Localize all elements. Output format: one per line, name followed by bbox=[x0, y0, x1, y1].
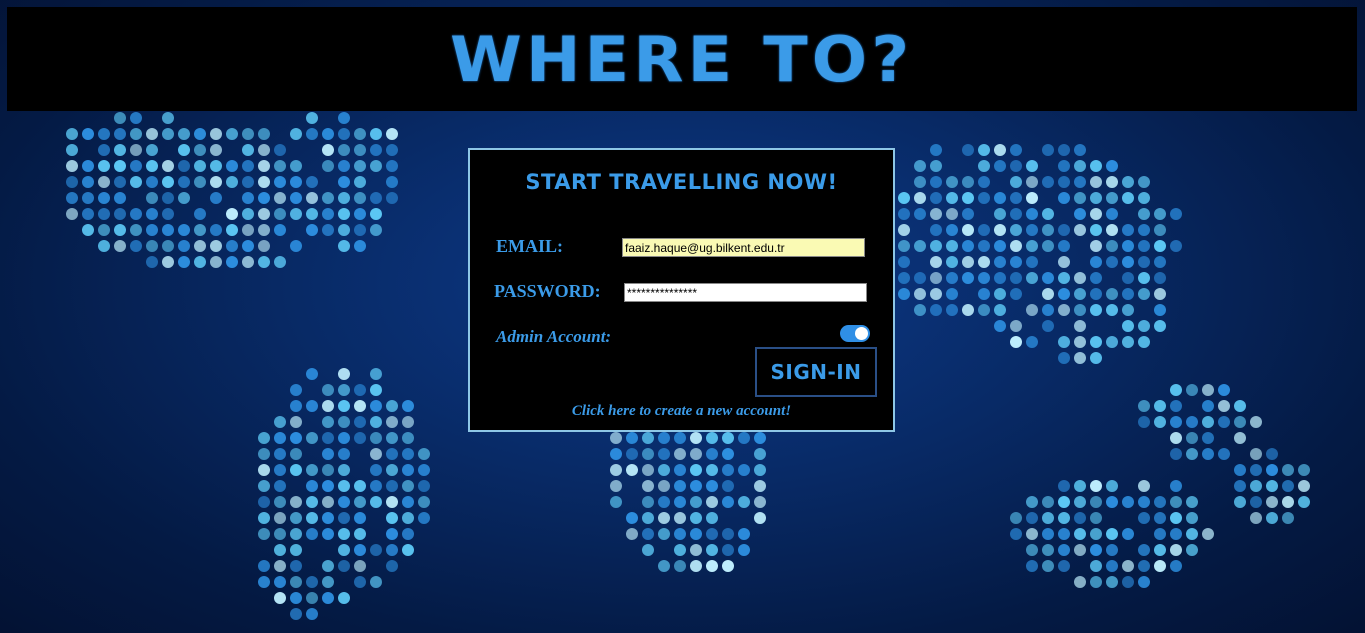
sign-in-button[interactable]: SIGN-IN bbox=[755, 347, 877, 397]
admin-account-label: Admin Account: bbox=[496, 327, 612, 346]
toggle-knob bbox=[855, 327, 868, 340]
header-bar: WHERE TO? bbox=[7, 7, 1357, 111]
email-label: EMAIL: bbox=[496, 236, 563, 256]
admin-account-toggle[interactable] bbox=[840, 325, 870, 342]
create-account-link[interactable]: Click here to create a new account! bbox=[470, 403, 893, 420]
email-field[interactable] bbox=[622, 238, 865, 257]
password-label: PASSWORD: bbox=[494, 281, 601, 301]
login-heading: START TRAVELLING NOW! bbox=[525, 170, 838, 194]
page-title: WHERE TO? bbox=[450, 22, 914, 96]
login-panel: START TRAVELLING NOW! EMAIL: PASSWORD: A… bbox=[468, 148, 895, 432]
password-field[interactable] bbox=[624, 283, 867, 302]
